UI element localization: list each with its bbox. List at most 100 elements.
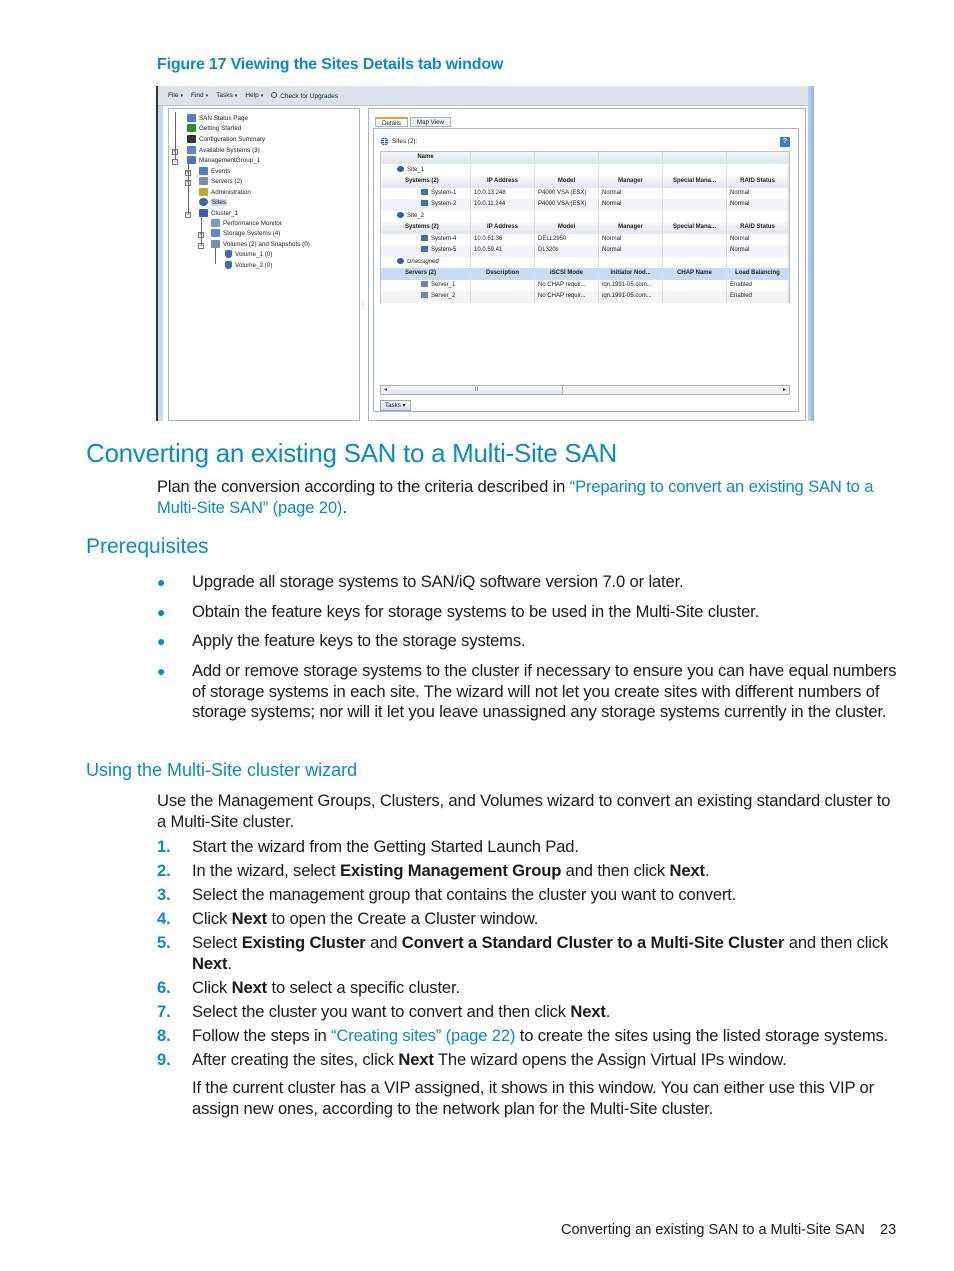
tree-node-label: Events: [211, 167, 231, 175]
tree-node[interactable]: Volumes (2) and Snapshots (0): [211, 240, 310, 248]
help-button[interactable]: ?: [780, 137, 790, 147]
grid-cell: [471, 256, 535, 268]
storage-system-icon: [421, 246, 428, 253]
table-row[interactable]: Server_1 No CHAP requir... iqn.1991-05.com…: [381, 279, 789, 291]
scroll-right-arrow-icon[interactable]: ▸: [780, 386, 789, 394]
grid-cell: [663, 187, 727, 199]
grid-cell: Normal: [599, 199, 663, 211]
menu-file[interactable]: File ▾: [168, 92, 183, 99]
grid-cell: [663, 233, 727, 245]
wizard-heading: Using the Multi-Site cluster wizard: [86, 760, 358, 780]
tree-node[interactable]: Available Systems (3): [187, 146, 260, 154]
grid-cell: [727, 210, 789, 222]
tree-node-label: Volume_2 (0): [235, 261, 273, 269]
grid-cell: [599, 256, 663, 268]
table-row[interactable]: System-4 10.0.61.36 DELL2950 Normal Normal: [381, 233, 789, 245]
performance-monitor-icon: [211, 219, 220, 227]
menu-tasks[interactable]: Tasks ▾: [216, 92, 237, 99]
menu-help[interactable]: Help ▾: [245, 92, 263, 99]
tree-connector: [175, 112, 176, 160]
table-row[interactable]: System-5 10.0.59.41 DL320s Normal Normal: [381, 245, 789, 257]
grid-column-header[interactable]: [535, 152, 599, 164]
tree-node[interactable]: Cluster_1: [199, 209, 238, 217]
section-title: Converting an existing SAN to a Multi-Si…: [86, 438, 617, 468]
grid-name-cell: Server_2: [381, 291, 471, 303]
splitter-handle[interactable]: ⋮ ⋮: [360, 300, 366, 321]
scrollbar-thumb[interactable]: II: [391, 386, 563, 394]
table-row[interactable]: Server_2 No CHAP requir... iqn.1991-05.com…: [381, 291, 789, 303]
grid-cell: [599, 164, 663, 176]
tree-node-label: Available Systems (3): [199, 146, 260, 154]
tree-node[interactable]: Performance Monitor: [211, 219, 282, 227]
grid-cell: 10.0.59.41: [471, 245, 535, 257]
tab-details[interactable]: Details: [375, 117, 408, 127]
grid-cell-name: System-5: [431, 247, 457, 253]
grid-cell: RAID Status: [727, 176, 789, 188]
tree-node-label: Cluster_1: [211, 209, 238, 217]
grid-cell: iSCSI Mode: [535, 268, 599, 280]
grid-column-header[interactable]: [599, 152, 663, 164]
grid-name-cell: Systems (2): [381, 176, 471, 188]
tree-node[interactable]: ManagementGroup_1: [187, 156, 260, 164]
grid-column-header[interactable]: [727, 152, 789, 164]
group-header-row[interactable]: Systems (2) IP Address Model Manager Special…: [381, 176, 789, 188]
grid-cell: IP Address: [471, 222, 535, 234]
administration-icon: [199, 188, 208, 196]
tree-node[interactable]: Configuration Summary: [187, 135, 265, 143]
grid-cell: Model: [535, 176, 599, 188]
grid-cell: CHAP Name: [663, 268, 727, 280]
globe-icon: [380, 137, 389, 146]
grid-cell: iqn.1991-05.com...: [599, 279, 663, 291]
grid-cell-name: Site_2: [407, 212, 425, 219]
grid-column-header[interactable]: [471, 152, 535, 164]
tree-node[interactable]: Volume_1 (0): [225, 250, 272, 258]
tab-body: Sites (2): ? Name Site_1 Systems (2) IP Add…: [373, 128, 799, 412]
menu-find[interactable]: Find ▾: [191, 92, 208, 99]
prerequisites-heading: Prerequisites: [86, 535, 209, 558]
site-row[interactable]: Site_1: [381, 164, 789, 176]
server-icon: [421, 280, 428, 287]
management-group-icon: [187, 156, 196, 164]
cmc-window-screenshot: File ▾ Find ▾ Tasks ▾ Help ▾ Check for Upgra…: [156, 86, 814, 421]
tree-node[interactable]: Storage Systems (4): [211, 229, 280, 237]
globe-icon: [397, 211, 404, 218]
grid-cell: Normal: [599, 187, 663, 199]
grid-cell: DELL2950: [535, 233, 599, 245]
grid-cell: Load Balancing: [727, 268, 789, 280]
grid-cell: 10.0.61.36: [471, 233, 535, 245]
horizontal-scrollbar[interactable]: ◂ II ▸: [380, 385, 790, 395]
table-row[interactable]: System-2 10.0.11.244 P4000 VSA (ESX) Normal…: [381, 199, 789, 211]
grid-cell: P4000 VSA (ESX): [535, 187, 599, 199]
site-row[interactable]: Unassigned: [381, 256, 789, 268]
tree-node[interactable]: Volume_2 (0): [225, 261, 272, 269]
tree-node[interactable]: Administration: [199, 188, 251, 196]
grid-cell: Special Mana...: [663, 176, 727, 188]
tab-strip: Details Map View: [375, 117, 451, 127]
details-panel: Details Map View Sites (2): ? Name Site_1…: [368, 108, 806, 421]
grid-cell: [663, 210, 727, 222]
tree-node[interactable]: Getting Started: [187, 124, 241, 132]
site-row[interactable]: Site_2: [381, 210, 789, 222]
table-row[interactable]: System-1 10.0.13.248 P4000 VSA (ESX) Normal…: [381, 187, 789, 199]
grid-column-header[interactable]: [663, 152, 727, 164]
scroll-left-arrow-icon[interactable]: ◂: [381, 386, 390, 394]
creating-sites-link[interactable]: “Creating sites” (page 22): [331, 1026, 515, 1045]
tasks-button[interactable]: Tasks ▾: [380, 400, 411, 411]
upgrade-icon: [271, 91, 278, 98]
grid-cell: [471, 291, 535, 303]
window-edge: [808, 86, 814, 421]
grid-cell: No CHAP requir...: [535, 291, 599, 303]
menu-check-for-upgrades[interactable]: Check for Upgrades: [271, 91, 338, 100]
tree-node[interactable]: Servers (2): [199, 177, 242, 185]
tree-node[interactable]: Events: [199, 167, 230, 175]
group-header-row[interactable]: Systems (2) IP Address Model Manager Special…: [381, 222, 789, 234]
grid-cell: [663, 245, 727, 257]
grid-cell-name: System-4: [431, 235, 457, 242]
window-left-edge: [158, 106, 163, 421]
grid-column-header[interactable]: Name: [381, 152, 471, 164]
tree-node[interactable]: Sites: [199, 198, 227, 206]
tab-map-view[interactable]: Map View: [409, 117, 451, 127]
group-header-row[interactable]: Servers (2) Description iSCSI Mode Initiato…: [381, 268, 789, 280]
figure-caption: Figure 17 Viewing the Sites Details tab …: [157, 56, 504, 73]
tree-node[interactable]: SAN Status Page: [187, 114, 248, 122]
